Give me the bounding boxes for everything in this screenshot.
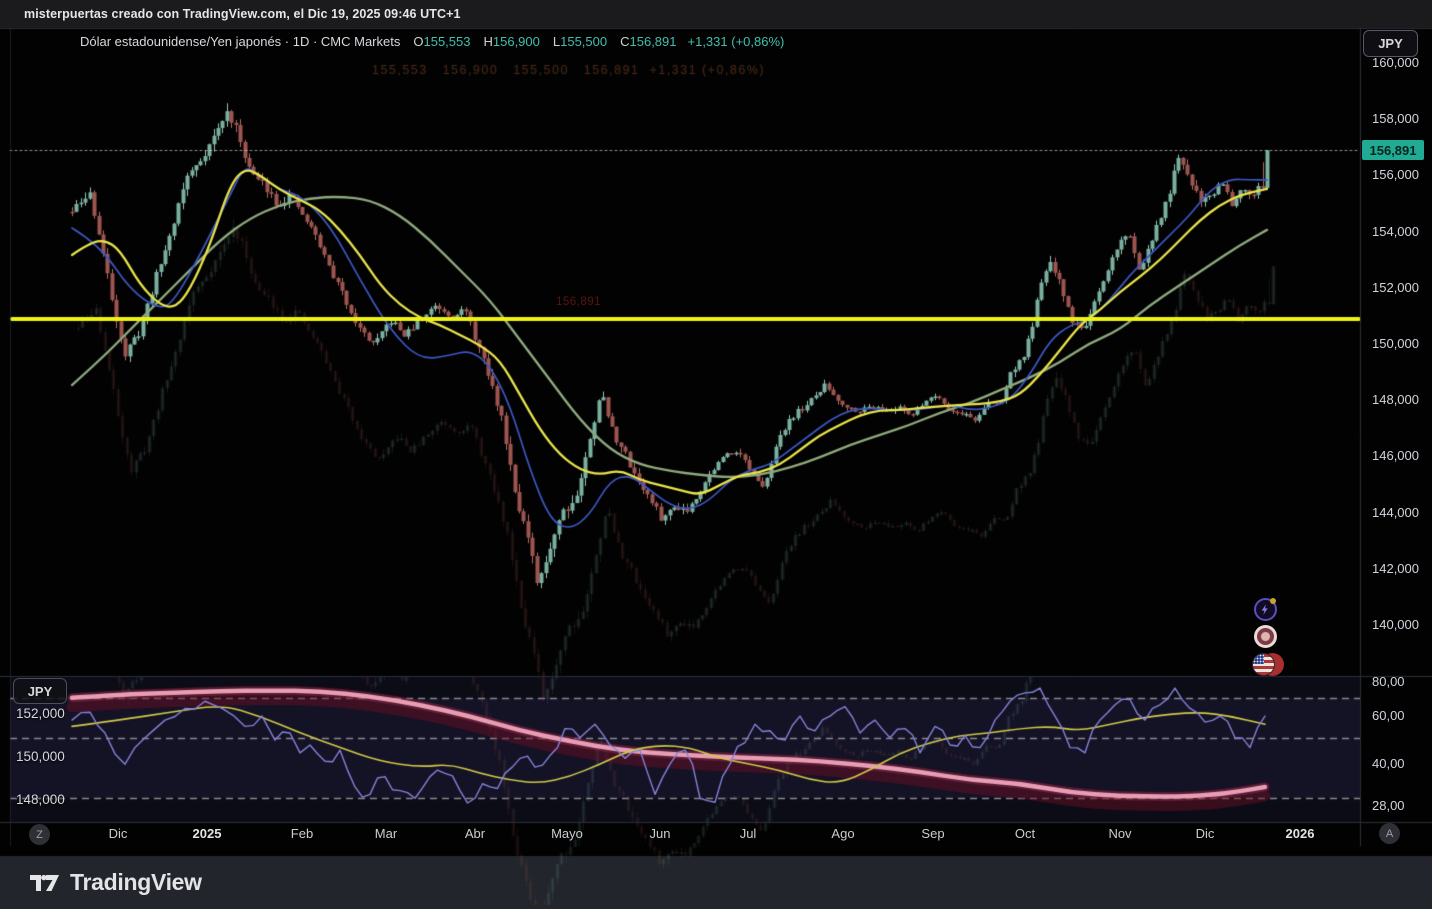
price-scale-currency-button[interactable]: JPY <box>1363 30 1418 57</box>
time-axis-label: Mayo <box>551 826 583 841</box>
attribution-bar: misterpuertas creado con TradingView.com… <box>0 0 1432 28</box>
indicator-axis-label: 28,00 <box>1372 798 1405 814</box>
time-axis-label: Nov <box>1108 826 1132 841</box>
price-axis-label: 144,000 <box>1372 504 1419 520</box>
price-axis-label: 148,000 <box>1372 392 1419 408</box>
time-axis-label: Mar <box>374 826 398 841</box>
flag-canton <box>1253 654 1264 664</box>
time-axis-label: Dic <box>108 826 128 841</box>
time-axis-label: Feb <box>290 826 314 841</box>
time-axis-label: Jul <box>739 826 757 841</box>
time-axis-label: Sep <box>921 826 945 841</box>
overlay-price-label: 152,000 <box>16 706 65 721</box>
tradingview-logo-icon <box>30 874 59 891</box>
us-flag-circle <box>1252 653 1275 676</box>
indicator-axis-label: 40,00 <box>1372 756 1405 772</box>
ohlc-open: O155,553 <box>413 34 471 49</box>
overlay-price-label: 150,000 <box>16 749 65 764</box>
indicator-axis-label: 60,00 <box>1372 708 1405 724</box>
overlay-price-label: 148,000 <box>16 792 65 807</box>
price-axis-label: 140,000 <box>1372 617 1419 632</box>
time-axis-label: Oct <box>1014 826 1036 841</box>
price-axis-label: 154,000 <box>1372 223 1419 239</box>
change-value: +1,331 (+0,86%) <box>687 34 785 49</box>
current-price-badge: 156,891 <box>1362 140 1424 161</box>
lightning-idea-icon[interactable] <box>1252 598 1279 622</box>
ohlc-low: L155,500 <box>552 34 608 49</box>
price-axis-label: 160,000 <box>1372 55 1419 70</box>
lightning-bolt-glyph <box>1261 604 1268 615</box>
lower-pane-currency-button[interactable]: JPY <box>13 678 67 704</box>
chart-canvas[interactable] <box>0 0 1432 909</box>
price-axis-label: 156,000 <box>1372 167 1419 183</box>
ohlc-high: H156,900 <box>483 34 540 49</box>
price-axis-label: 146,000 <box>1372 448 1419 464</box>
time-axis-label: Jun <box>649 826 671 841</box>
footer-bar[interactable]: TradingView <box>30 856 202 909</box>
us-flag-icon[interactable] <box>1252 652 1284 676</box>
ghost-ohlc-row: 155,553 156,900 155,500 156,891 +1,331 (… <box>372 63 766 77</box>
ohlc-close: C156,891 <box>620 34 677 49</box>
price-axis-label: 152,000 <box>1372 279 1419 295</box>
timezone-button[interactable]: Z <box>29 824 50 845</box>
indicator-axis-label: 80,00 <box>1372 674 1405 689</box>
chart-legend[interactable]: Dólar estadounidense/Yen japonés · 1D · … <box>80 34 784 49</box>
idea-icon-stack <box>1252 598 1284 676</box>
time-axis-label: Abr <box>464 826 486 841</box>
price-axis-label: 158,000 <box>1372 111 1419 127</box>
time-axis-label: 2026 <box>1285 826 1315 841</box>
ghost-price-label: 156,891 <box>556 296 602 308</box>
time-axis-label: Ago <box>831 826 855 841</box>
price-axis-label: 150,000 <box>1372 336 1419 351</box>
attribution-text: misterpuertas creado con TradingView.com… <box>24 7 461 21</box>
auto-scale-button[interactable]: A <box>1379 823 1400 844</box>
time-axis-label: Dic <box>1195 826 1215 841</box>
record-idea-icon[interactable] <box>1252 625 1279 649</box>
tradingview-wordmark: TradingView <box>70 869 202 895</box>
notification-dot <box>1270 598 1276 604</box>
symbol-title: Dólar estadounidense/Yen japonés · 1D · … <box>80 34 401 49</box>
time-axis-label: 2025 <box>192 826 222 841</box>
price-axis-label: 142,000 <box>1372 560 1419 576</box>
